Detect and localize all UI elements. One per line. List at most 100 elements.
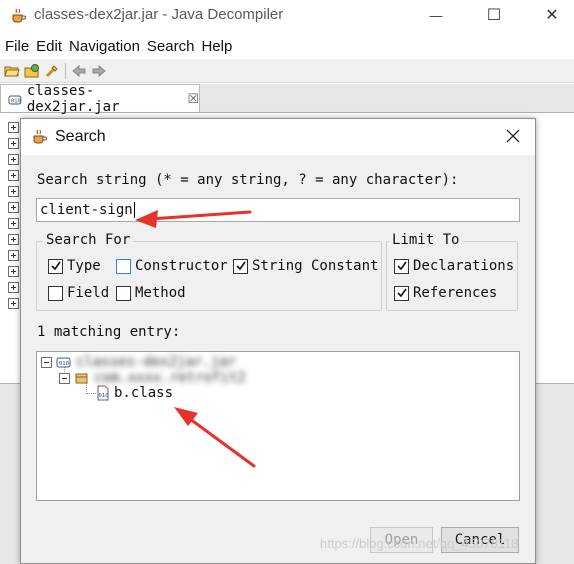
toolbar-separator (65, 62, 66, 79)
menu-navigation[interactable]: Navigation (69, 38, 140, 55)
expand-icon[interactable] (8, 298, 19, 309)
maximize-icon: ☐ (486, 7, 502, 24)
coffee-cup-icon (33, 129, 47, 144)
watermark: https://blog.csdn.net/qq_45078118 (320, 536, 519, 551)
minimize-icon: — (429, 7, 443, 23)
limit-to-title: Limit To (389, 232, 463, 248)
checkbox-label: Field (67, 285, 110, 301)
expand-icon[interactable] (8, 282, 19, 293)
minimize-button[interactable]: — (416, 0, 456, 30)
references-checkbox[interactable]: References (394, 285, 497, 301)
jar-file-icon: 010 (56, 357, 71, 368)
check-icon (396, 261, 407, 271)
maximize-button[interactable]: ☐ (474, 0, 514, 30)
open-type-button[interactable] (22, 61, 42, 81)
checkbox-box (394, 285, 409, 301)
tree-node-package[interactable]: com.xxxx.retrofit2 (59, 370, 246, 386)
expand-icon[interactable] (8, 186, 19, 197)
expand-icon[interactable] (8, 202, 19, 213)
matching-count: 1 matching entry: (37, 324, 181, 340)
expand-icon[interactable] (8, 170, 19, 181)
tree-node-jar[interactable]: 010 classes-dex2jar.jar (41, 354, 236, 370)
menu-help[interactable]: Help (201, 38, 232, 55)
string-constant-checkbox[interactable]: String Constant (233, 258, 378, 274)
dialog-title-bar: Search (21, 119, 535, 155)
search-input-value: client-sign (40, 202, 133, 218)
package-icon (75, 373, 88, 384)
checkbox-label: Declarations (413, 258, 515, 274)
checkbox-box (48, 285, 63, 301)
svg-text:010: 010 (99, 393, 109, 399)
tab-classes-dex2jar[interactable]: 010 classes-dex2jar.jar ☒ (0, 82, 200, 115)
close-icon: ✕ (545, 7, 559, 24)
search-icon (45, 64, 58, 77)
close-window-button[interactable]: ✕ (532, 0, 572, 30)
expand-icon[interactable] (8, 266, 19, 277)
check-icon (50, 261, 61, 271)
tab-label: classes-dex2jar.jar (26, 82, 120, 115)
forward-icon (92, 64, 106, 77)
tree-node-label: classes-dex2jar.jar (76, 354, 237, 370)
type-checkbox[interactable]: Type (48, 258, 101, 274)
tree-node-class[interactable]: 010 b.class (95, 385, 173, 401)
search-for-title: Search For (43, 232, 134, 248)
expand-icon[interactable] (8, 250, 19, 261)
open-type-icon (24, 63, 39, 77)
checkbox-box (394, 258, 409, 274)
expand-icon[interactable] (8, 138, 19, 149)
menu-edit[interactable]: Edit (36, 38, 62, 55)
limit-to-group: Limit To Declarations References (386, 232, 518, 311)
menu-file[interactable]: File (5, 38, 29, 55)
menu-bar: File Edit Navigation Search Help (0, 34, 574, 58)
checkbox-label: String Constant (252, 258, 379, 274)
back-icon (72, 64, 86, 77)
toolbar (0, 59, 574, 83)
expand-icon[interactable] (8, 154, 19, 165)
field-checkbox[interactable]: Field (48, 285, 109, 301)
collapse-icon[interactable] (41, 356, 52, 368)
results-tree[interactable]: 010 classes-dex2jar.jar com.xxxx.retrofi… (36, 351, 520, 501)
tree-node-label: b.class (114, 385, 174, 401)
tab-close-icon[interactable]: ☒ (187, 91, 199, 107)
checkbox-box (116, 285, 131, 301)
menu-search[interactable]: Search (147, 38, 195, 55)
title-bar: classes-dex2jar.jar - Java Decompiler — … (0, 0, 574, 32)
open-file-icon (4, 66, 20, 76)
collapse-icon[interactable] (59, 372, 70, 384)
expand-icon[interactable] (8, 218, 19, 229)
svg-text:010: 010 (11, 98, 21, 104)
checkbox-box (48, 258, 63, 274)
text-caret (133, 202, 135, 218)
window-title: classes-dex2jar.jar - Java Decompiler (34, 6, 284, 23)
back-button[interactable] (69, 61, 89, 81)
forward-button[interactable] (89, 61, 109, 81)
expand-icon[interactable] (8, 234, 19, 245)
checkbox-label: Type (67, 258, 101, 274)
jar-file-icon: 010 (8, 95, 22, 104)
constructor-checkbox[interactable]: Constructor (116, 258, 228, 274)
search-dialog: Search Search string (* = any string, ? … (20, 118, 536, 564)
check-icon (396, 288, 407, 298)
dialog-title: Search (55, 128, 106, 145)
check-icon (235, 261, 246, 271)
package-tree-rail (2, 118, 22, 380)
open-file-button[interactable] (2, 61, 22, 81)
svg-text:010: 010 (59, 361, 69, 367)
search-button[interactable] (42, 61, 62, 81)
checkbox-label: Constructor (135, 258, 228, 274)
checkbox-box (233, 258, 248, 274)
declarations-checkbox[interactable]: Declarations (394, 258, 514, 274)
tree-node-label: com.xxxx.retrofit2 (94, 370, 246, 386)
search-input[interactable]: client-sign (36, 198, 520, 222)
checkbox-label: Method (135, 285, 186, 301)
search-for-group: Search For Type Constructor String Const… (36, 232, 382, 311)
class-file-icon: 010 (97, 385, 109, 401)
close-icon (506, 129, 520, 143)
dialog-close-button[interactable] (503, 126, 523, 146)
search-prompt: Search string (* = any string, ? = any c… (37, 172, 459, 188)
coffee-cup-icon (12, 8, 26, 23)
method-checkbox[interactable]: Method (116, 285, 186, 301)
expand-icon[interactable] (8, 122, 19, 133)
checkbox-label: References (413, 285, 498, 301)
checkbox-box (116, 258, 131, 274)
